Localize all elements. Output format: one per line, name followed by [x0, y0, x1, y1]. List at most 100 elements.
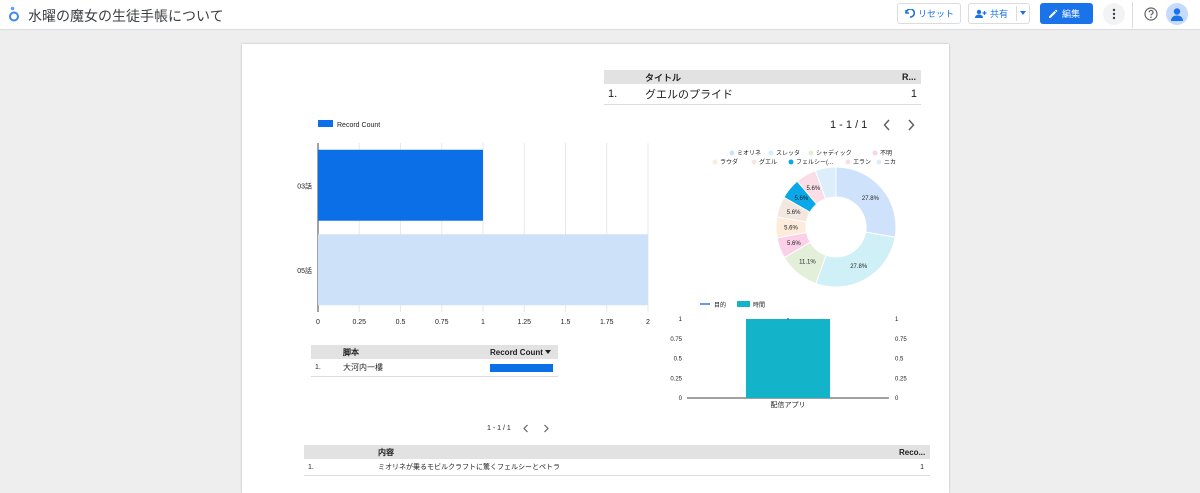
legend-dot	[751, 159, 757, 165]
table-header: 脚本 Record Count	[311, 345, 558, 359]
row-count: 1	[910, 88, 917, 100]
row-index: 1.	[608, 88, 618, 100]
chevron-right-icon[interactable]	[543, 424, 549, 433]
y-tick-label-left: 1	[679, 317, 683, 323]
column-header-title[interactable]: タイトル	[645, 71, 681, 84]
horizontal-bar-chart: Record Count 0 0.25 0.5 0.75 1 1.25 1.5 1.75 2 03話…	[297, 120, 650, 326]
table-row[interactable]: 1. ミオリネが乗るモビルクラフトに驚くフェルシーとペトラ 1	[304, 459, 930, 476]
x-tick-label: 1.25	[517, 319, 531, 326]
chevron-left-icon[interactable]	[883, 119, 891, 131]
chevron-right-icon[interactable]	[907, 119, 915, 131]
legend-label: ラウダ	[720, 158, 738, 166]
legend-label: 目的	[714, 301, 726, 309]
pagination-mid: 1 - 1 / 1	[487, 424, 549, 433]
row-index: 1.	[315, 364, 321, 371]
x-tick-label: 1.5	[561, 319, 571, 326]
legend-label: エラン	[853, 159, 871, 166]
bar	[318, 149, 483, 221]
column-header-script[interactable]: 脚本	[343, 347, 359, 358]
legend-dot	[788, 159, 794, 165]
slice-data-label: 5.6%	[795, 196, 809, 202]
more-vert-icon	[1112, 8, 1116, 20]
pencil-icon	[1049, 9, 1058, 18]
slice-data-label: 11.1%	[799, 260, 816, 266]
x-tick-label: 1	[481, 319, 485, 326]
x-tick-label: 0.5	[396, 319, 406, 326]
table-row[interactable]: 1. グエルのプライド 1	[604, 84, 921, 105]
script-table: 脚本 Record Count 1. 大河内一樓	[311, 345, 558, 377]
edit-button[interactable]: 編集	[1040, 3, 1093, 24]
reset-label: リセット	[918, 10, 955, 20]
legend-dot	[808, 150, 814, 156]
legend-label: フェルシー(...	[796, 159, 833, 166]
legend-swatch	[318, 120, 333, 127]
legend-label: Record Count	[337, 122, 380, 129]
slice-data-label: 5.6%	[787, 241, 801, 247]
help-icon	[1144, 7, 1158, 21]
bar	[746, 319, 830, 398]
legend-label: グエル	[759, 158, 777, 166]
dropdown-arrow-icon[interactable]	[1020, 11, 1026, 15]
y-tick-label-left: 0.25	[670, 376, 682, 382]
report-title[interactable]: 水曜の魔女の生徒手帳について	[28, 6, 224, 26]
table-header: タイトル R...	[604, 70, 921, 84]
row-count: 1	[920, 463, 924, 471]
x-tick-label: 0.75	[435, 319, 449, 326]
edit-label: 編集	[1062, 10, 1081, 20]
y-tick-label-right: 0.5	[895, 357, 904, 363]
legend-swatch	[737, 301, 750, 307]
help-button[interactable]	[1140, 3, 1162, 25]
x-tick-label: 1.75	[600, 319, 614, 326]
slice-data-label: 5.6%	[784, 225, 798, 231]
y-tick-label-left: 0.75	[670, 337, 682, 343]
legend-label: ニカ	[884, 159, 896, 166]
donut-slice	[815, 231, 896, 288]
report-canvas: タイトル R... 1. グエルのプライド 1 1 - 1 / 1 Record…	[242, 44, 949, 493]
sort-desc-icon[interactable]	[545, 350, 551, 354]
x-tick-label: 0	[316, 319, 320, 326]
donut-chart: ミオリネ スレッタ シャディック 不明ラウダ グエル フェルシー(... エラン ニカ 27.8…	[712, 149, 897, 288]
looker-studio-logo-icon	[9, 6, 19, 22]
slice-data-label: 27.8%	[862, 196, 880, 202]
app-header: 水曜の魔女の生徒手帳について リセット 共有 編集	[0, 0, 1200, 30]
undo-icon	[905, 9, 915, 18]
column-header-content[interactable]: 内容	[378, 447, 394, 458]
y-tick-label: 05話	[297, 266, 312, 275]
y-tick-label-left: 0.5	[674, 357, 683, 363]
legend-label: 不明	[880, 150, 892, 157]
column-header-record-count[interactable]: Record Count	[490, 348, 543, 357]
row-content: ミオリネが乗るモビルクラフトに驚くフェルシーとペトラ	[378, 464, 560, 471]
legend-dot	[872, 150, 878, 156]
legend-dot	[768, 150, 774, 156]
table-row[interactable]: 1. 大河内一樓	[311, 359, 558, 377]
y-tick-label-right: 0.25	[895, 376, 907, 382]
more-options-button[interactable]	[1103, 3, 1125, 25]
table-header: 内容 Reco...	[304, 445, 930, 459]
legend-label: ミオリネ	[737, 150, 761, 157]
slice-data-label: 5.6%	[787, 210, 801, 216]
column-header-count[interactable]: Reco...	[899, 448, 925, 457]
page-range-text: 1 - 1 / 1	[830, 119, 868, 131]
y-tick-label-left: 0	[679, 396, 683, 402]
donut-slice	[835, 166, 897, 238]
y-tick-label-right: 0	[895, 396, 899, 402]
add-person-icon	[975, 9, 987, 18]
share-button[interactable]: 共有	[968, 3, 1030, 24]
row-count-bar	[490, 364, 553, 372]
legend-dot	[712, 159, 718, 165]
avatar[interactable]	[1166, 3, 1188, 25]
x-tick-label: 0.25	[352, 319, 366, 326]
bar	[318, 234, 648, 306]
slice-data-label: 27.8%	[850, 264, 868, 270]
legend-dot	[729, 150, 735, 156]
reset-button[interactable]: リセット	[897, 3, 962, 24]
legend-dot	[876, 159, 882, 165]
legend-dot	[845, 159, 851, 165]
pagination-top: 1 - 1 / 1	[830, 119, 915, 131]
column-header-count[interactable]: R...	[902, 72, 916, 82]
title-table: タイトル R... 1. グエルのプライド 1	[604, 70, 921, 105]
y-tick-label-right: 1	[895, 317, 899, 323]
y-tick-label-right: 0.75	[895, 337, 907, 343]
legend-label: スレッタ	[776, 149, 800, 157]
chevron-left-icon[interactable]	[522, 424, 529, 433]
